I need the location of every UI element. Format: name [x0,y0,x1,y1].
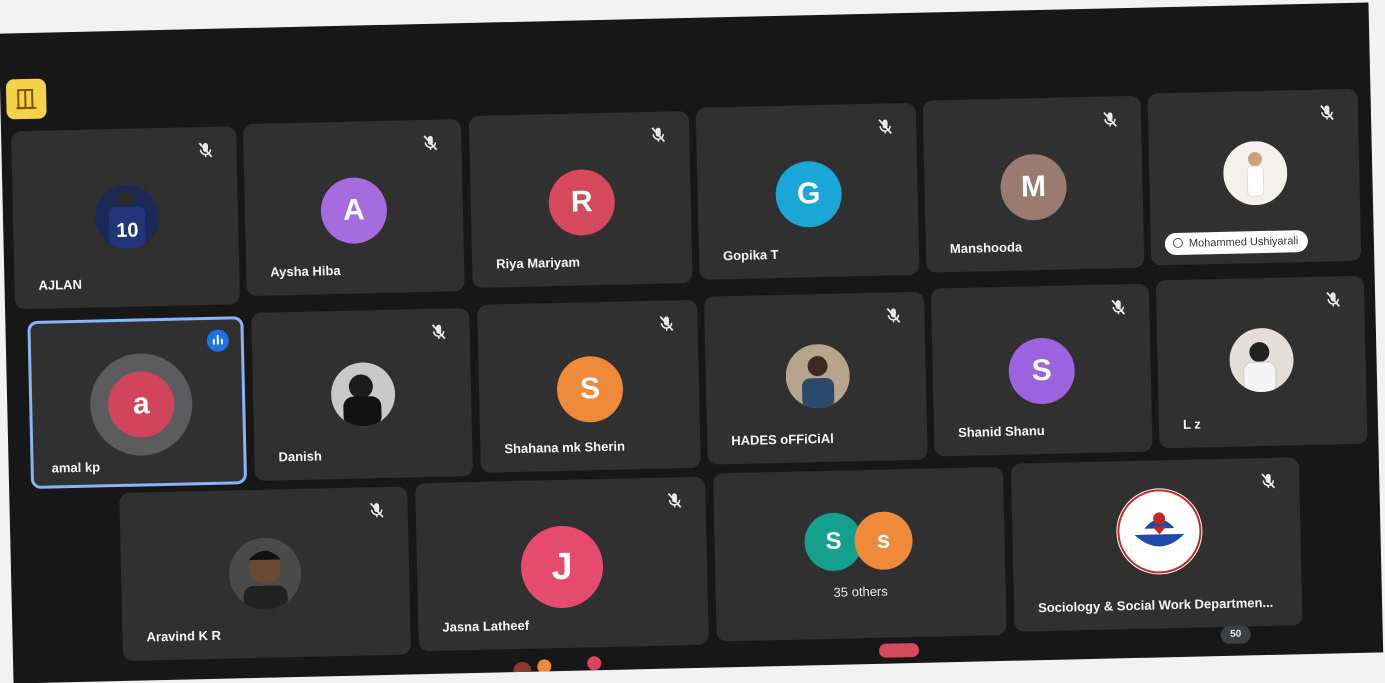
participant-name: Sociology & Social Work Departmen... [1038,595,1274,615]
avatar-initial: J [520,525,604,609]
participant-tile-danish[interactable]: Danish [251,308,473,481]
participant-name: HADES oFFiCiAl [731,431,834,448]
participant-count-badge: 50 [1221,625,1251,644]
others-count-label: 35 others [716,581,1006,603]
svg-text:10: 10 [116,220,139,242]
corner-ui-button[interactable] [6,79,47,120]
mic-off-icon [1101,110,1119,128]
mic-off-icon [876,117,894,135]
participant-tile-manshooda[interactable]: M Manshooda [923,96,1145,273]
bottom-reaction-avatar [587,656,601,670]
others-tile[interactable]: S s 35 others [713,467,1007,642]
mic-off-icon [196,141,214,159]
ui-button-icon [6,79,47,120]
participant-tile-gopika-t[interactable]: G Gopika T [696,103,920,280]
participant-name: Jasna Latheef [442,618,529,635]
avatar-initial: R [548,169,615,236]
participant-name: Danish [278,448,322,464]
participant-tile-riya-mariyam[interactable]: R Riya Mariyam [469,111,693,288]
participant-name: amal kp [52,459,101,475]
mic-off-icon [429,323,447,341]
participant-tile-aravind[interactable]: Aravind K R [119,486,411,660]
mic-off-icon [1318,103,1336,121]
avatar-photo [1229,327,1294,392]
mic-off-icon [1109,298,1127,316]
participant-name: Shanid Shanu [958,423,1045,440]
mic-off-icon [1259,472,1277,490]
participant-name: Mohammed Ushiyarali [1189,235,1299,249]
meeting-screen: 10 AJLAN A Aysha Hiba R Riya Mariyam G G… [0,3,1383,683]
participant-name: Gopika T [723,247,779,263]
participant-tile-l-z[interactable]: L z [1156,276,1368,449]
participant-name: L z [1183,416,1201,431]
participant-name: Manshooda [950,239,1023,256]
participant-name: Riya Mariyam [496,255,580,272]
participant-tile-mohammed[interactable]: Mohammed Ushiyarali [1147,89,1361,266]
name-chip: Mohammed Ushiyarali [1165,230,1309,255]
avatar-initial: A [320,177,387,244]
bottom-reaction-avatar [537,659,551,673]
participant-name: AJLAN [38,277,82,293]
avatar-photo [785,343,850,408]
mic-off-icon [1324,290,1342,308]
mic-off-icon [657,314,675,332]
audio-level-icon [207,329,229,351]
bottom-reaction-avatar [879,643,919,658]
avatar-initial: S [556,356,623,423]
bottom-reaction-avatar [513,662,531,680]
participant-name: Shahana mk Sherin [504,439,625,457]
participant-tile-jasna[interactable]: J Jasna Latheef [415,477,709,652]
avatar-initial: G [775,161,842,228]
avatar-initial: S [1008,337,1075,404]
participant-tile-shahana[interactable]: S Shahana mk Sherin [477,300,701,473]
person-icon [1173,238,1183,248]
mic-off-icon [665,491,683,509]
mic-off-icon [884,306,902,324]
participant-tile-aysha-hiba[interactable]: A Aysha Hiba [243,119,465,296]
avatar-initial: s [854,511,913,570]
participant-name: Aysha Hiba [270,263,341,280]
department-logo [1115,487,1203,575]
avatar-photo [330,362,395,427]
mic-off-icon [421,134,439,152]
mic-off-icon [649,125,667,143]
avatar-initial: M [1000,153,1067,220]
avatar-photo [228,537,302,611]
participant-tile-shanid[interactable]: S Shanid Shanu [931,284,1153,457]
mic-off-icon [368,501,386,519]
participant-tile-hades[interactable]: HADES oFFiCiAl [704,292,928,465]
avatar-photo [1223,140,1288,205]
participant-tile-sociology[interactable]: Sociology & Social Work Departmen... [1011,457,1303,631]
participant-tile-amal-kp[interactable]: a amal kp [27,316,247,489]
participant-name: Aravind K R [146,628,221,645]
avatar-photo: 10 [94,184,159,249]
participant-tile-ajlan[interactable]: 10 AJLAN [11,126,240,309]
